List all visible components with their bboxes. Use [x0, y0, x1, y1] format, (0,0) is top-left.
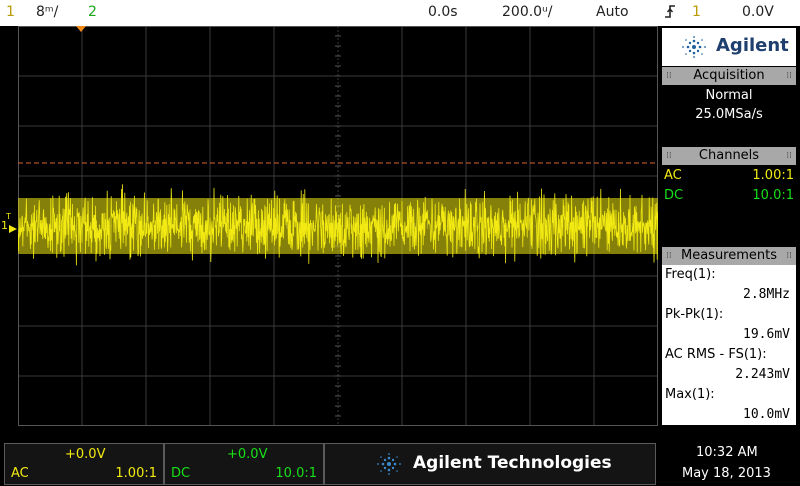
sample-rate: 25.0MSa/s [695, 107, 763, 122]
trigger-mode[interactable]: Auto [596, 3, 629, 21]
acquisition-body: Normal 25.0MSa/s [662, 85, 796, 147]
clock-date: May 18, 2013 [682, 466, 771, 481]
waveform-display[interactable] [17, 25, 659, 427]
grip-icon: ⁞⁞ [666, 71, 672, 81]
ch1-probe[interactable]: 1.00:1 [752, 168, 794, 183]
acquisition-title: Acquisition [693, 68, 765, 83]
grip-icon: ⁞⁞ [666, 151, 672, 161]
agilent-spark-icon [377, 453, 401, 475]
ch1-ground-marker[interactable]: T 1 [0, 212, 18, 234]
measurement-label[interactable]: AC RMS - FS(1): [665, 347, 767, 362]
measurement-value: 2.243mV [735, 367, 790, 382]
ch2-number[interactable]: 2 [88, 3, 97, 21]
waveform-graticule [17, 25, 659, 427]
trigger-edge-icon [664, 3, 676, 24]
trigger-source[interactable]: 1 [692, 3, 701, 21]
trigger-level[interactable]: 0.0V [742, 3, 774, 21]
measurement-label[interactable]: Pk-Pk(1): [665, 307, 723, 322]
measurement-value: 19.6mV [743, 327, 790, 342]
measurement-value: 10.0mV [743, 407, 790, 422]
measurements-list: Freq(1): 2.8MHz Pk-Pk(1): 19.6mV AC RMS … [662, 265, 796, 425]
trigger-position-marker[interactable] [76, 26, 86, 32]
agilent-spark-icon [682, 36, 706, 58]
ch2-softkey-box[interactable]: +0.0V DC 10.0:1 [164, 443, 324, 485]
ch1-offset: +0.0V [65, 447, 106, 462]
status-bar: 1 8ᵐ/ 2 0.0s 200.0ᵘ/ Auto 1 0.0V [0, 0, 800, 26]
brand-full-name: Agilent Technologies [413, 453, 612, 473]
channels-title: Channels [698, 148, 760, 163]
grip-icon: ⁞⁞ [666, 251, 672, 261]
brand-banner: Agilent Technologies [324, 443, 656, 485]
measurements-header[interactable]: ⁞⁞ Measurements ⁞⁞ [662, 247, 796, 265]
side-panel: Agilent ⁞⁞ Acquisition ⁞⁞ Normal 25.0MSa… [658, 26, 800, 426]
ch2-probe-bottom: 10.0:1 [275, 466, 317, 481]
measurement-label[interactable]: Freq(1): [665, 267, 716, 282]
measurement-value: 2.8MHz [743, 287, 790, 302]
grip-icon: ⁞⁞ [786, 151, 792, 161]
grip-icon: ⁞⁞ [786, 71, 792, 81]
grip-icon: ⁞⁞ [786, 251, 792, 261]
ch2-coupling-bottom: DC [171, 466, 191, 481]
bottom-bar: +0.0V AC 1.00:1 +0.0V DC 10.0:1 Agilent … [0, 441, 800, 486]
measurement-label[interactable]: Max(1): [665, 387, 715, 402]
ch1-number[interactable]: 1 [6, 3, 15, 21]
ch2-offset: +0.0V [227, 447, 268, 462]
clock-time: 10:32 AM [696, 445, 758, 460]
acquisition-mode: Normal [705, 88, 753, 103]
acquisition-header[interactable]: ⁞⁞ Acquisition ⁞⁞ [662, 67, 796, 85]
ch1-coupling[interactable]: AC [664, 168, 682, 183]
ch1-softkey-box[interactable]: +0.0V AC 1.00:1 [4, 443, 164, 485]
channels-header[interactable]: ⁞⁞ Channels ⁞⁞ [662, 147, 796, 165]
agilent-logo: Agilent [662, 28, 796, 66]
ch2-probe[interactable]: 10.0:1 [752, 188, 794, 203]
brand-name: Agilent [716, 35, 789, 56]
ch1-probe-bottom: 1.00:1 [115, 466, 157, 481]
ch1-ground-label: 1 [1, 219, 8, 232]
time-position[interactable]: 0.0s [428, 3, 458, 21]
ch2-coupling[interactable]: DC [664, 188, 683, 203]
time-per-div[interactable]: 200.0ᵘ/ [502, 3, 552, 21]
measurements-title: Measurements [680, 248, 778, 263]
ch1-scale[interactable]: 8ᵐ/ [36, 3, 58, 21]
ch1-coupling-bottom: AC [11, 466, 29, 481]
